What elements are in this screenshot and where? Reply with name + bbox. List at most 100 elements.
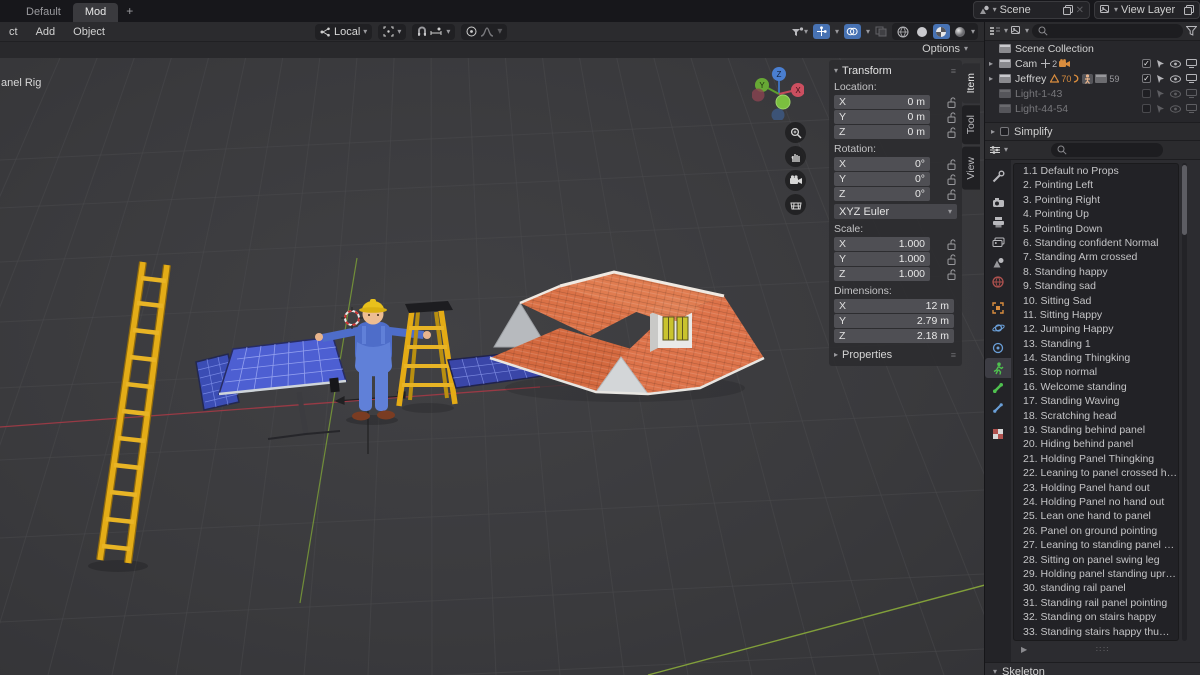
workspace-tab-mod[interactable]: Mod: [72, 3, 119, 22]
viewport-canvas[interactable]: anel Rig Z Y X ▾ Transform ≡ Location: X…: [0, 57, 1137, 675]
unlink-scene-icon[interactable]: ✕: [1076, 5, 1084, 16]
expand-icon[interactable]: ▸: [989, 59, 999, 68]
snap-controls[interactable]: ▾: [412, 23, 456, 40]
eye-icon[interactable]: [1170, 74, 1181, 83]
pan-button[interactable]: [785, 146, 806, 167]
pose-list-item[interactable]: 20. Hiding behind panel: [1014, 437, 1178, 451]
cursor-icon[interactable]: [1156, 74, 1165, 84]
zoom-button[interactable]: [785, 122, 806, 143]
options-dropdown[interactable]: Options ▾: [922, 43, 968, 55]
extension-ladder[interactable]: [96, 261, 171, 564]
scale-x-field[interactable]: X 1.000: [834, 237, 930, 251]
pose-list-scrollbar[interactable]: [1182, 163, 1187, 641]
render-visibility-icon[interactable]: [1186, 89, 1197, 98]
overlays-toggle[interactable]: [843, 24, 861, 39]
orthographic-toggle-button[interactable]: [785, 194, 806, 215]
pose-list-item[interactable]: 30. standing rail panel: [1014, 581, 1178, 595]
camera-view-button[interactable]: [785, 170, 806, 191]
selectability-checkbox[interactable]: [1142, 104, 1151, 113]
cursor-icon[interactable]: [1156, 59, 1165, 69]
selectability-checkbox[interactable]: [1142, 89, 1151, 98]
panel-grip[interactable]: ≡: [951, 66, 957, 76]
pose-list-item[interactable]: 16. Welcome standing: [1014, 380, 1178, 394]
selectability-checkbox[interactable]: ✓: [1142, 74, 1151, 83]
dimensions-x-field[interactable]: X 12 m: [834, 299, 954, 313]
tab-constraints[interactable]: [986, 338, 1010, 358]
location-x-field[interactable]: X0 m: [834, 95, 930, 109]
pose-list-item[interactable]: 25. Lean one hand to panel: [1014, 509, 1178, 523]
pivot-point-dropdown[interactable]: ▾: [378, 23, 407, 40]
render-visibility-icon[interactable]: [1186, 59, 1197, 68]
tab-bone[interactable]: [986, 378, 1010, 398]
lock-icon[interactable]: [947, 238, 957, 250]
viewport-menu-item[interactable]: ct: [2, 24, 25, 40]
lock-icon[interactable]: [947, 96, 957, 108]
rotation-z-field[interactable]: Z 0°: [834, 187, 930, 201]
pose-list-item[interactable]: 1.1 Default no Props: [1014, 164, 1178, 178]
step-ladder[interactable]: [396, 301, 458, 407]
gizmos-toggle[interactable]: [812, 24, 830, 39]
rotation-mode-dropdown[interactable]: XYZ Euler ▾: [834, 204, 957, 219]
new-view-layer-icon[interactable]: [1184, 5, 1194, 15]
filter-icon[interactable]: [1186, 26, 1197, 36]
navigation-gizmo[interactable]: Z Y X: [752, 62, 804, 120]
properties-search-input[interactable]: [1051, 143, 1164, 157]
pose-list-item[interactable]: 8. Standing happy: [1014, 265, 1178, 279]
cursor-icon[interactable]: [1156, 104, 1165, 114]
lock-icon[interactable]: [947, 158, 957, 170]
pose-list-item[interactable]: 32. Standing on stairs happy: [1014, 610, 1178, 624]
editor-type-dropdown[interactable]: [989, 145, 1001, 155]
outliner-row-light-44-54[interactable]: Light-44-54: [985, 101, 1200, 116]
pose-list-item[interactable]: 15. Stop normal: [1014, 365, 1178, 379]
rotation-x-field[interactable]: X 0°: [834, 157, 930, 171]
lock-icon[interactable]: [947, 268, 957, 280]
eye-icon[interactable]: [1170, 89, 1181, 98]
outliner-filter-dropdown[interactable]: [1011, 26, 1022, 36]
xray-toggle[interactable]: [875, 26, 887, 37]
eye-icon[interactable]: [1170, 104, 1181, 113]
new-scene-icon[interactable]: [1062, 5, 1073, 15]
viewport-menu-item[interactable]: Object: [66, 24, 112, 40]
pose-list-item[interactable]: 4. Pointing Up: [1014, 207, 1178, 221]
cursor-icon[interactable]: [1156, 89, 1165, 99]
outliner-row-jeffrey[interactable]: ▸ Jeffrey 70 59 ✓: [985, 71, 1200, 86]
pose-list-item[interactable]: 3. Pointing Right: [1014, 193, 1178, 207]
proportional-editing-controls[interactable]: ▾: [461, 23, 508, 40]
shading-solid-button[interactable]: [914, 24, 931, 39]
lock-icon[interactable]: [947, 126, 957, 138]
pose-list-item[interactable]: 33. Standing stairs happy thumbs: [1014, 625, 1178, 639]
viewport-menu-item[interactable]: Add: [29, 24, 63, 40]
location-y-field[interactable]: Y0 m: [834, 110, 930, 124]
tab-scene[interactable]: [986, 252, 1010, 272]
outliner-search-input[interactable]: [1032, 24, 1183, 38]
pose-list-item[interactable]: 12. Jumping Happy: [1014, 322, 1178, 336]
skeleton-panel-header[interactable]: ▾ Skeleton: [985, 662, 1200, 675]
object-visibility-dropdown[interactable]: ▾: [791, 26, 808, 37]
outliner-row-cam[interactable]: ▸ Cam 2 ✓: [985, 56, 1200, 71]
collapse-icon[interactable]: ▾: [834, 67, 838, 75]
pose-list-item[interactable]: 6. Standing confident Normal: [1014, 236, 1178, 250]
location-z-field[interactable]: Z0 m: [834, 125, 930, 139]
eye-icon[interactable]: [1170, 59, 1181, 68]
lock-icon[interactable]: [947, 253, 957, 265]
pose-list-item[interactable]: 28. Sitting on panel swing leg: [1014, 553, 1178, 567]
sidebar-tab-view[interactable]: View: [962, 146, 980, 190]
render-visibility-icon[interactable]: [1186, 74, 1197, 83]
pose-list-item[interactable]: 10. Sitting Sad: [1014, 294, 1178, 308]
outliner-row-light-1-43[interactable]: Light-1-43: [985, 86, 1200, 101]
sidebar-tab-tool[interactable]: Tool: [962, 105, 980, 145]
pose-list-item[interactable]: 9. Standing sad: [1014, 279, 1178, 293]
pose-list-item[interactable]: 22. Leaning to panel crossed hand: [1014, 466, 1178, 480]
view-layer-selector[interactable]: ▾ View Layer: [1093, 1, 1200, 19]
tab-object[interactable]: [986, 298, 1010, 318]
expand-icon[interactable]: ▶: [1021, 645, 1027, 654]
add-workspace-button[interactable]: +: [118, 1, 141, 22]
lock-icon[interactable]: [947, 111, 957, 123]
shading-rendered-button[interactable]: [952, 24, 969, 39]
scale-y-field[interactable]: Y 1.000: [834, 252, 930, 266]
pose-list-item[interactable]: 5. Pointing Down: [1014, 222, 1178, 236]
scale-z-field[interactable]: Z 1.000: [834, 267, 930, 281]
pose-list-item[interactable]: 19. Standing behind panel: [1014, 423, 1178, 437]
pose-list-item[interactable]: 17. Standing Waving: [1014, 394, 1178, 408]
pose-list-item[interactable]: 13. Standing 1: [1014, 337, 1178, 351]
